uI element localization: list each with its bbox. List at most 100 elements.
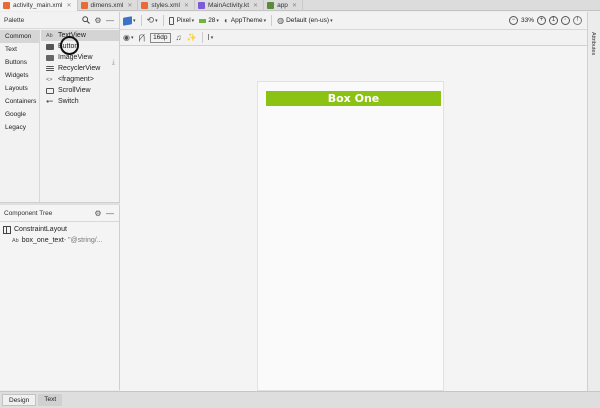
tab-text[interactable]: Text <box>38 394 63 406</box>
palette-title: Palette <box>4 16 25 24</box>
palette-category-buttons[interactable]: Buttons <box>0 56 39 69</box>
zoom-actual-icon[interactable]: 1 <box>549 16 558 25</box>
close-icon[interactable]: ✕ <box>66 2 71 9</box>
theme-label: AppTheme <box>230 17 263 24</box>
default-margin-dropdown[interactable]: 16dp <box>150 31 171 45</box>
tab-styles[interactable]: styles.xml ✕ <box>138 0 195 11</box>
orientation-dropdown[interactable]: ⟲ ▾ <box>147 14 158 28</box>
phone-icon <box>168 16 174 25</box>
palette-widget-button[interactable]: Button <box>41 41 119 52</box>
image-icon <box>46 54 56 61</box>
attributes-tab[interactable]: Attributes <box>590 32 596 55</box>
clear-constraints-icon: ♫ <box>175 33 182 42</box>
device-preview[interactable]: Box One <box>257 81 444 391</box>
gradle-file-icon <box>267 2 275 9</box>
xml-file-icon <box>3 2 10 9</box>
infer-constraints-button[interactable]: ✨ <box>187 31 197 45</box>
tree-row-child[interactable]: Ab box_one_text - "@string/... <box>0 235 119 246</box>
eye-icon: ◉ <box>123 33 130 42</box>
magic-wand-icon: ✨ <box>186 33 197 42</box>
xml-file-icon <box>80 2 88 9</box>
textview-icon: Ab <box>46 32 53 39</box>
kotlin-file-icon <box>197 2 205 9</box>
palette-category-google[interactable]: Google <box>0 108 39 121</box>
locale-label: Default (en-us) <box>286 17 330 24</box>
code-brackets-icon: <> <box>46 76 53 83</box>
layout-icon <box>3 225 11 234</box>
download-icon[interactable]: ⤓ <box>112 59 115 67</box>
api-level-dropdown[interactable]: 28 ▾ <box>199 14 219 28</box>
palette-widget-imageview[interactable]: ImageView <box>41 52 119 63</box>
tab-label: dimens.xml <box>90 2 124 9</box>
theme-dropdown[interactable]: ◐ AppTheme ▾ <box>224 14 266 28</box>
tab-label: activity_main.xml <box>13 2 63 9</box>
tab-design[interactable]: Design <box>2 394 37 406</box>
tree-row-root[interactable]: ConstraintLayout <box>0 224 119 235</box>
palette-widget-switch[interactable]: ●━ Switch <box>41 96 119 107</box>
autoconnect-toggle[interactable]: ⋂̸ <box>139 31 146 45</box>
palette-category-widgets[interactable]: Widgets <box>0 69 39 82</box>
tab-app[interactable]: app ✕ <box>264 0 303 11</box>
design-canvas[interactable]: Box One <box>120 46 587 391</box>
palette-header: Palette ⚙ — <box>0 12 119 29</box>
minimize-icon[interactable]: — <box>105 208 115 218</box>
rotate-icon: ⟲ <box>146 15 155 25</box>
palette-theme-icon: ◐ <box>223 16 229 25</box>
view-options-dropdown[interactable]: ◉ ▾ <box>123 31 134 45</box>
palette-widget-textview[interactable]: Ab TextView <box>41 30 119 41</box>
gear-icon[interactable]: ⚙ <box>93 208 103 218</box>
device-dropdown[interactable]: Pixel ▾ <box>168 14 194 28</box>
palette-category-legacy[interactable]: Legacy <box>0 121 39 134</box>
close-icon[interactable]: ✕ <box>127 2 132 9</box>
globe-icon: ◍ <box>277 16 285 25</box>
palette-widget-fragment[interactable]: <> <fragment> <box>41 74 119 85</box>
tab-label: MainActivity.kt <box>207 2 250 9</box>
palette-category-text[interactable]: Text <box>0 43 39 56</box>
palette-category-layouts[interactable]: Layouts <box>0 82 39 95</box>
palette-category-list: Common Text Buttons Widgets Layouts Cont… <box>0 30 40 202</box>
layout-editor-toolbar: ▾ ⟲ ▾ Pixel ▾ 28 ▾ ◐ AppTheme ▾ ◍ Default (e… <box>120 12 587 30</box>
editor-tab-bar: activity_main.xml ✕ dimens.xml ✕ styles.… <box>0 0 600 11</box>
switch-icon: ●━ <box>46 98 53 105</box>
component-tree-panel: Component Tree ⚙ — ConstraintLayout Ab b… <box>0 205 120 390</box>
close-icon[interactable]: ✕ <box>184 2 189 9</box>
tab-activity-main[interactable]: activity_main.xml ✕ <box>0 0 78 11</box>
device-label: Pixel <box>176 17 191 24</box>
minimize-icon[interactable]: — <box>105 15 115 25</box>
editor-mode-tabs: Design Text <box>0 391 600 408</box>
zoom-out-icon[interactable]: − <box>508 16 518 25</box>
zoom-controls: − 33% + 1 ◦ ! <box>508 14 585 28</box>
locale-dropdown[interactable]: ◍ Default (en-us) ▾ <box>277 14 333 28</box>
margin-value: 16dp <box>150 32 171 43</box>
gear-icon[interactable]: ⚙ <box>93 15 103 25</box>
cursor-highlight <box>60 36 79 55</box>
palette-widget-scrollview[interactable]: ScrollView <box>41 85 119 96</box>
clear-constraints-button[interactable]: ♫ <box>176 31 182 45</box>
tree-child-label: box_one_text <box>21 237 64 244</box>
box-one-textview[interactable]: Box One <box>266 91 441 106</box>
palette-panel: Palette ⚙ — Common Text Buttons Widgets … <box>0 12 120 202</box>
textview-icon: Ab <box>12 237 19 244</box>
list-icon <box>46 65 56 72</box>
palette-widget-recyclerview[interactable]: RecyclerView <box>41 63 119 74</box>
close-icon[interactable]: ✕ <box>253 2 258 9</box>
palette-category-containers[interactable]: Containers <box>0 95 39 108</box>
guidelines-dropdown[interactable]: I ▾ <box>208 31 214 45</box>
zoom-fit-icon[interactable]: ◦ <box>561 16 570 25</box>
close-icon[interactable]: ✕ <box>292 2 297 9</box>
api-label: 28 <box>208 17 216 24</box>
tab-dimens[interactable]: dimens.xml ✕ <box>78 0 139 11</box>
design-surface-dropdown[interactable]: ▾ <box>123 14 136 28</box>
palette-category-common[interactable]: Common <box>0 30 39 43</box>
zoom-in-icon[interactable]: + <box>537 16 546 25</box>
tab-main-activity[interactable]: MainActivity.kt ✕ <box>195 0 265 11</box>
android-icon <box>199 18 207 23</box>
constraint-toolbar: ◉ ▾ ⋂̸ 16dp ♫ ✨ I ▾ <box>120 30 587 46</box>
widget-label: ScrollView <box>58 87 91 94</box>
component-tree-title: Component Tree <box>4 209 53 217</box>
warnings-icon[interactable]: ! <box>573 16 582 25</box>
magnet-off-icon: ⋂̸ <box>138 33 146 42</box>
widget-label: <fragment> <box>58 76 94 83</box>
component-tree-header: Component Tree ⚙ — <box>0 205 119 222</box>
search-icon[interactable] <box>81 15 91 25</box>
